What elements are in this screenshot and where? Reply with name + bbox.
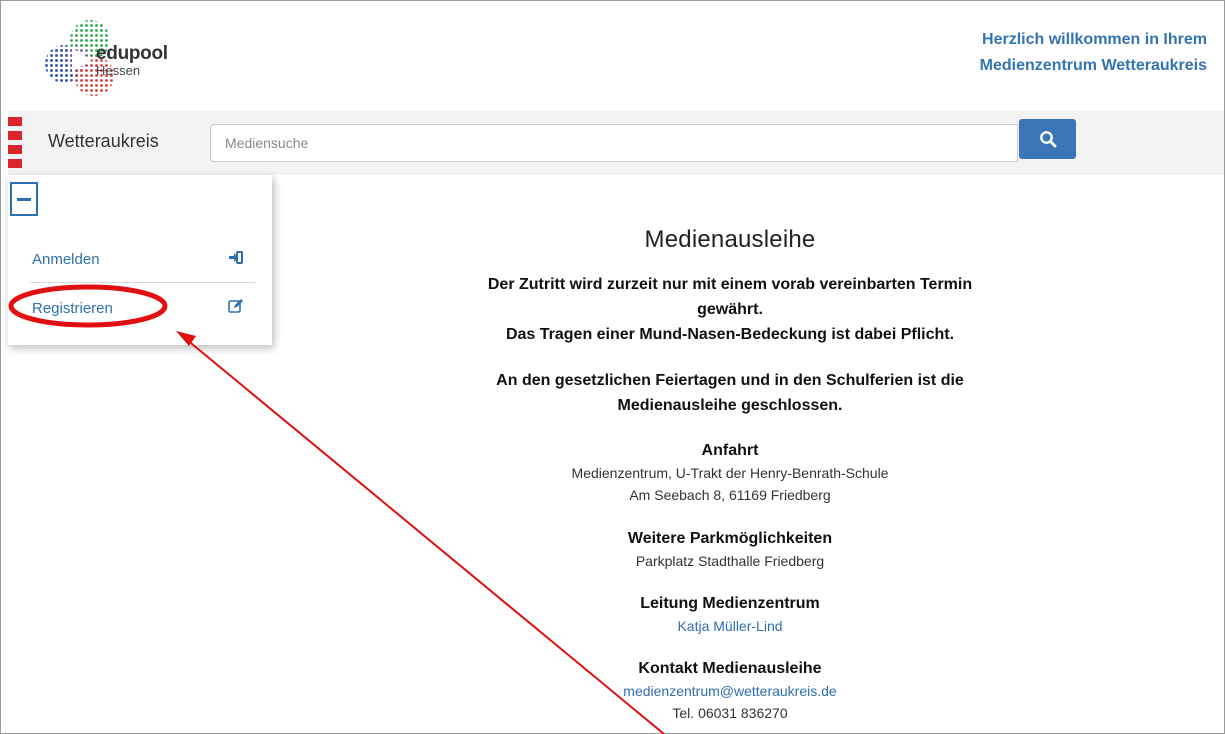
phone-text: Tel. 06031 836270 bbox=[672, 705, 788, 721]
logo-name: edupool bbox=[96, 43, 168, 64]
parking-text: Parkplatz Stadthalle Friedberg bbox=[635, 553, 825, 569]
address-line-1: Medienzentrum, U-Trakt der Henry-Benrath… bbox=[571, 465, 889, 481]
menu-item-anmelden[interactable]: Anmelden bbox=[32, 251, 100, 268]
minus-icon bbox=[17, 198, 31, 201]
email-link[interactable]: medienzentrum@wetteraukreis.de bbox=[270, 680, 1190, 702]
notice-block: Der Zutritt wird zurzeit nur mit einem v… bbox=[270, 272, 1190, 347]
notice-line-1: Der Zutritt wird zurzeit nur mit einem v… bbox=[487, 276, 973, 293]
navbar-brand[interactable]: Wetteraukreis bbox=[48, 131, 159, 152]
notice-line-3: Das Tragen einer Mund-Nasen-Bedeckung is… bbox=[505, 326, 955, 343]
section-kontakt: Kontakt Medienausleihe medienzentrum@wet… bbox=[270, 657, 1190, 724]
welcome-text: Herzlich willkommen in Ihrem Medienzentr… bbox=[980, 27, 1207, 79]
user-dropdown-menu: Anmelden Registrieren bbox=[8, 175, 272, 345]
holiday-line-1: An den gesetzlichen Feiertagen und in de… bbox=[496, 372, 964, 389]
section-heading: Leitung Medienzentrum bbox=[640, 595, 820, 612]
section-parking: Weitere Parkmöglichkeiten Parkplatz Stad… bbox=[270, 527, 1190, 572]
address-line-2: Am Seebach 8, 61169 Friedberg bbox=[629, 487, 831, 503]
search-icon bbox=[1039, 131, 1056, 148]
search-input[interactable] bbox=[210, 124, 1018, 162]
edit-icon[interactable] bbox=[228, 298, 244, 313]
welcome-line-1: Herzlich willkommen in Ihrem bbox=[982, 31, 1207, 48]
leitung-link[interactable]: Katja Müller-Lind bbox=[270, 615, 1190, 637]
logo-text: edupool Hessen bbox=[96, 44, 168, 78]
section-heading: Anfahrt bbox=[701, 442, 759, 459]
section-heading: Weitere Parkmöglichkeiten bbox=[627, 530, 833, 547]
section-leitung: Leitung Medienzentrum Katja Müller-Lind bbox=[270, 592, 1190, 637]
holiday-notice: An den gesetzlichen Feiertagen und in de… bbox=[270, 368, 1190, 418]
section-anfahrt: Anfahrt Medienzentrum, U-Trakt der Henry… bbox=[270, 439, 1190, 506]
page-title: Medienausleihe bbox=[644, 226, 816, 253]
sign-in-icon[interactable] bbox=[228, 250, 244, 265]
section-heading: Kontakt Medienausleihe bbox=[638, 660, 822, 677]
hamburger-menu-icon[interactable] bbox=[8, 117, 22, 173]
search-button[interactable] bbox=[1019, 119, 1076, 159]
notice-line-2: gewährt. bbox=[697, 301, 763, 318]
logo-subtitle: Hessen bbox=[96, 63, 141, 78]
collapse-menu-button[interactable] bbox=[10, 182, 38, 216]
welcome-line-2: Medienzentrum Wetteraukreis bbox=[979, 57, 1207, 74]
menu-item-registrieren[interactable]: Registrieren bbox=[32, 300, 113, 317]
edupool-logo[interactable]: edupool Hessen bbox=[44, 18, 214, 102]
menu-divider bbox=[30, 282, 255, 283]
navbar: Wetteraukreis bbox=[8, 111, 1224, 175]
holiday-line-2: Medienausleihe geschlossen. bbox=[617, 397, 843, 414]
